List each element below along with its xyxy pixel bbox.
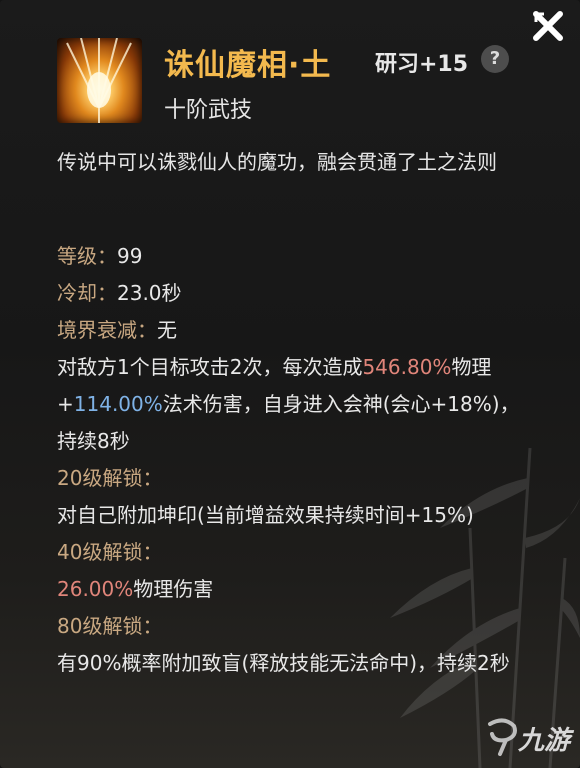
help-icon[interactable]: ?: [481, 45, 509, 73]
cooldown-row: 冷却：23.0秒: [57, 275, 532, 312]
unlock-80-text: 有90%概率附加致盲(释放技能无法命中)，持续2秒: [57, 651, 510, 675]
level-label: 等级：: [57, 244, 117, 268]
skill-icon: [57, 38, 142, 123]
effect-part1: 对敌方1个目标攻击2次，每次造成: [57, 355, 363, 379]
skill-name: 诛仙魔相·土: [164, 48, 332, 83]
skill-details: 等级：99 冷却：23.0秒 境界衰减：无 对敌方1个目标攻击2次，每次造成54…: [57, 238, 532, 682]
decay-value: 无: [157, 318, 177, 342]
level-value: 99: [117, 244, 143, 268]
effect-text: 对敌方1个目标攻击2次，每次造成546.80%物理+114.00%法术伤害，自身…: [57, 349, 532, 460]
decay-row: 境界衰减：无: [57, 312, 532, 349]
unlock-80-label: 80级解锁：: [57, 614, 163, 638]
skill-rank: 十阶武技: [164, 98, 253, 123]
cooldown-label: 冷却：: [57, 281, 117, 305]
close-icon: [533, 11, 563, 41]
unlock-40-text: 26.00%物理伤害: [57, 571, 532, 608]
magic-percent: 114.00%: [73, 392, 163, 416]
decay-label: 境界衰减：: [57, 318, 157, 342]
skill-tooltip-panel: 诛仙魔相·土 研习+15 ? 十阶武技 传说中可以诛戮仙人的魔功，融会贯通了土之…: [0, 0, 580, 768]
watermark-text: 九游: [518, 726, 571, 756]
close-button[interactable]: [530, 8, 566, 44]
cooldown-value: 23.0秒: [117, 281, 182, 305]
unlock-20-label: 20级解锁：: [57, 466, 163, 490]
physical-percent: 546.80%: [362, 355, 452, 379]
level-row: 等级：99: [57, 238, 532, 275]
unlock-40-percent: 26.00%: [57, 577, 134, 601]
unlock-20-text: 对自己附加坤印(当前增益效果持续时间+15%): [57, 503, 474, 527]
unlock-40-label: 40级解锁：: [57, 540, 163, 564]
unlock-40-desc: 物理伤害: [133, 577, 214, 601]
skill-description: 传说中可以诛戮仙人的魔功，融会贯通了土之法则: [57, 150, 497, 174]
skill-study-level: 研习+15: [375, 52, 469, 77]
